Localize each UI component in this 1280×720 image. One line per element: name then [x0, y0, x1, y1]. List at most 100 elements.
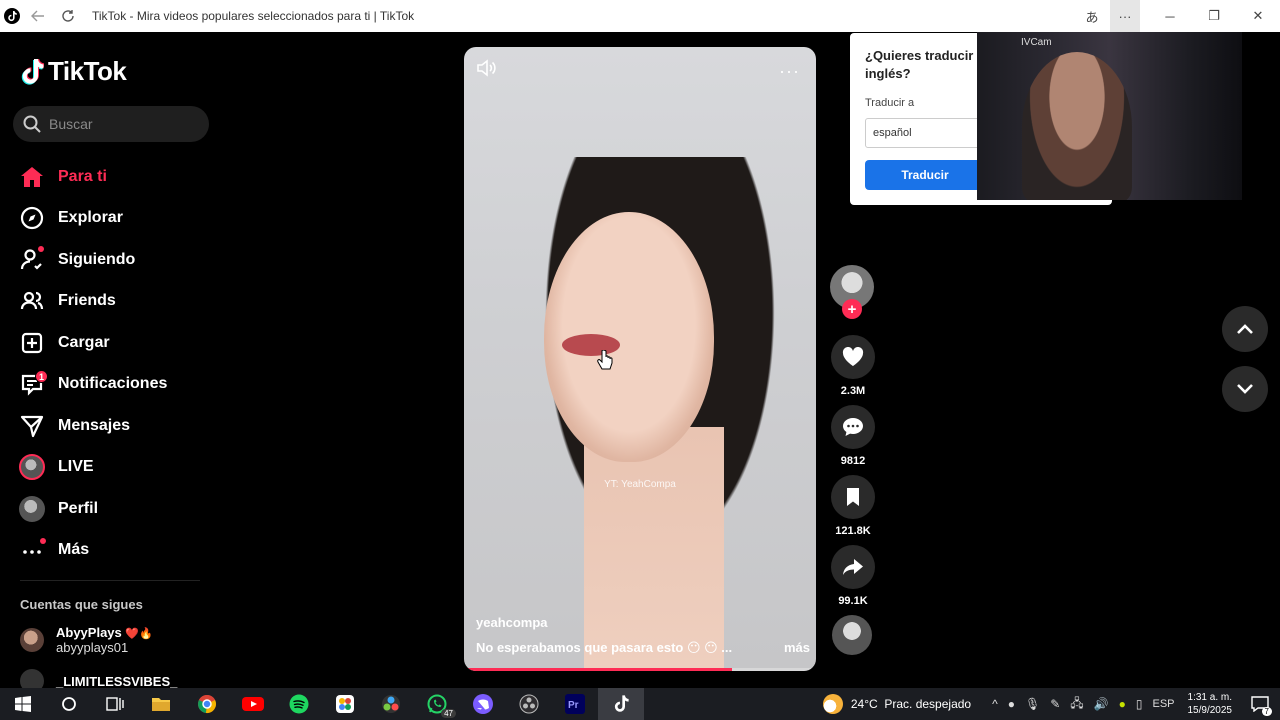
chevron-up-icon [1237, 324, 1253, 334]
discord-icon[interactable] [460, 688, 506, 720]
premiere-icon[interactable]: Pr [552, 688, 598, 720]
share-icon[interactable] [831, 545, 875, 589]
windows-start-icon[interactable] [0, 688, 46, 720]
tiktok-taskbar-icon[interactable] [598, 688, 644, 720]
tray-network-icon[interactable]: 🖧 [1070, 694, 1083, 715]
save-count: 121.8K [835, 525, 871, 537]
refresh-icon[interactable] [56, 4, 80, 28]
taskbar-clock[interactable]: 1:31 a. m. 15/9/2025 [1188, 691, 1233, 717]
temperature: 24°C [850, 697, 878, 711]
following-icon [18, 245, 46, 274]
tray-usb-icon[interactable]: ▯ [1136, 697, 1143, 711]
tray-app-icon[interactable]: ● [1119, 697, 1126, 711]
share-action[interactable]: 99.1K [830, 545, 876, 607]
sidebar-item-explorar[interactable]: Explorar [18, 198, 218, 240]
account-handle: abyyplays01 [56, 640, 129, 655]
translate-question: ¿Quieres traducir l inglés? [865, 48, 981, 81]
sidebar-item-mensajes[interactable]: Mensajes [18, 405, 218, 447]
whatsapp-icon[interactable]: 47 [414, 688, 460, 720]
restore-button[interactable]: ❐ [1192, 0, 1236, 32]
account-name: AbyyPlays [56, 625, 122, 640]
obs-icon[interactable] [506, 688, 552, 720]
clock-date: 15/9/2025 [1187, 705, 1233, 716]
webcam-person [1022, 52, 1132, 200]
save-action[interactable]: 121.8K [830, 475, 876, 537]
logo-text: TikTok [48, 56, 127, 86]
caption-more-link[interactable]: más [784, 640, 810, 656]
search-box[interactable] [13, 106, 209, 142]
profile-avatar [18, 495, 46, 523]
minimize-button[interactable]: ─ [1148, 0, 1192, 32]
video-progress-bar[interactable] [464, 668, 816, 671]
music-disc-avatar[interactable] [832, 615, 872, 655]
webcam-label: IVCam [1021, 37, 1052, 48]
comment-icon[interactable] [831, 405, 875, 449]
spotify-icon[interactable] [276, 688, 322, 720]
tiktok-app-icon [4, 8, 20, 24]
video-username[interactable]: yeahcompa [476, 615, 548, 630]
video-actions: + 2.3M 9812 121.8K 99.1K [830, 265, 876, 655]
youtube-icon[interactable] [230, 688, 276, 720]
search-icon [23, 115, 41, 133]
task-view-icon[interactable] [92, 688, 138, 720]
like-action[interactable]: 2.3M [830, 335, 876, 397]
close-button[interactable]: ✕ [1236, 0, 1280, 32]
window-title: TikTok - Mira videos populares seleccion… [92, 9, 415, 23]
sidebar-item-siguiendo[interactable]: Siguiendo [18, 239, 218, 281]
bookmark-icon[interactable] [831, 475, 875, 519]
video-more-icon[interactable]: ··· [779, 61, 800, 82]
video-frame-neck [584, 427, 724, 671]
tiktok-note-icon [21, 58, 44, 85]
tiktok-logo[interactable]: TikTok [20, 56, 127, 87]
hand-cursor-icon [597, 350, 613, 370]
followed-account[interactable]: AbyyPlays ❤️🔥 abyyplays01 [20, 625, 153, 655]
creator-avatar[interactable]: + [830, 265, 874, 319]
file-explorer-icon[interactable] [138, 688, 184, 720]
window-titlebar: TikTok - Mira videos populares seleccion… [0, 0, 1280, 32]
tray-pen-icon[interactable]: ✎ [1050, 697, 1060, 711]
chevron-down-icon [1237, 384, 1253, 394]
video-progress-fill [464, 668, 732, 671]
sidebar-item-mas[interactable]: Más [18, 530, 218, 572]
tray-volume-icon[interactable]: 🔊 [1094, 697, 1109, 711]
comment-action[interactable]: 9812 [830, 405, 876, 467]
following-section-title: Cuentas que sigues [20, 597, 143, 612]
tray-discord-icon[interactable]: ● [1008, 697, 1015, 711]
video-player[interactable]: YT: YeahCompa ··· yeahcompa No esperabam… [464, 47, 816, 671]
sidebar-item-perfil[interactable]: Perfil [18, 488, 218, 530]
sidebar-item-para-ti[interactable]: Para ti [18, 156, 218, 198]
previous-video-button[interactable] [1222, 306, 1268, 352]
sidebar-item-label: Siguiendo [58, 250, 136, 268]
svg-text:Pr: Pr [568, 700, 579, 711]
heart-icon[interactable] [831, 335, 875, 379]
next-video-button[interactable] [1222, 366, 1268, 412]
input-language[interactable]: ESP [1152, 698, 1174, 710]
webcam-overlay: IVCam [977, 32, 1242, 200]
windows-taskbar: 47 Pr 24°C Prac. despejado ^ ● 🎙 ✎ 🖧 🔊 ●… [0, 688, 1280, 720]
new-content-dot [40, 538, 46, 545]
translate-page-icon[interactable]: あ [1074, 0, 1110, 32]
notification-center-icon[interactable]: 7 [1240, 688, 1280, 720]
comment-count: 9812 [840, 455, 866, 467]
sidebar-item-friends[interactable]: Friends [18, 281, 218, 323]
davinci-icon[interactable] [368, 688, 414, 720]
sidebar-item-live[interactable]: LIVE [18, 447, 218, 489]
like-count: 2.3M [840, 385, 866, 397]
tray-microphone-icon[interactable]: 🎙 [1025, 697, 1040, 711]
back-icon[interactable] [26, 4, 50, 28]
more-options-icon[interactable]: ··· [1110, 0, 1140, 32]
translate-to-label: Traducir a [865, 97, 915, 109]
weather-widget[interactable]: 24°C Prac. despejado [822, 694, 971, 714]
video-watermark: YT: YeahCompa [604, 479, 676, 490]
volume-icon[interactable] [476, 59, 498, 82]
weather-sun-icon [822, 694, 843, 714]
friends-icon [18, 287, 46, 315]
follow-plus-icon[interactable]: + [842, 299, 862, 319]
chrome-icon[interactable] [184, 688, 230, 720]
search-circle-icon[interactable] [46, 688, 92, 720]
photos-icon[interactable] [322, 688, 368, 720]
tray-chevron-up-icon[interactable]: ^ [992, 697, 998, 711]
sidebar-item-notificaciones[interactable]: 1 Notificaciones [18, 364, 218, 406]
sidebar-item-cargar[interactable]: Cargar [18, 322, 218, 364]
search-input[interactable] [49, 116, 199, 132]
